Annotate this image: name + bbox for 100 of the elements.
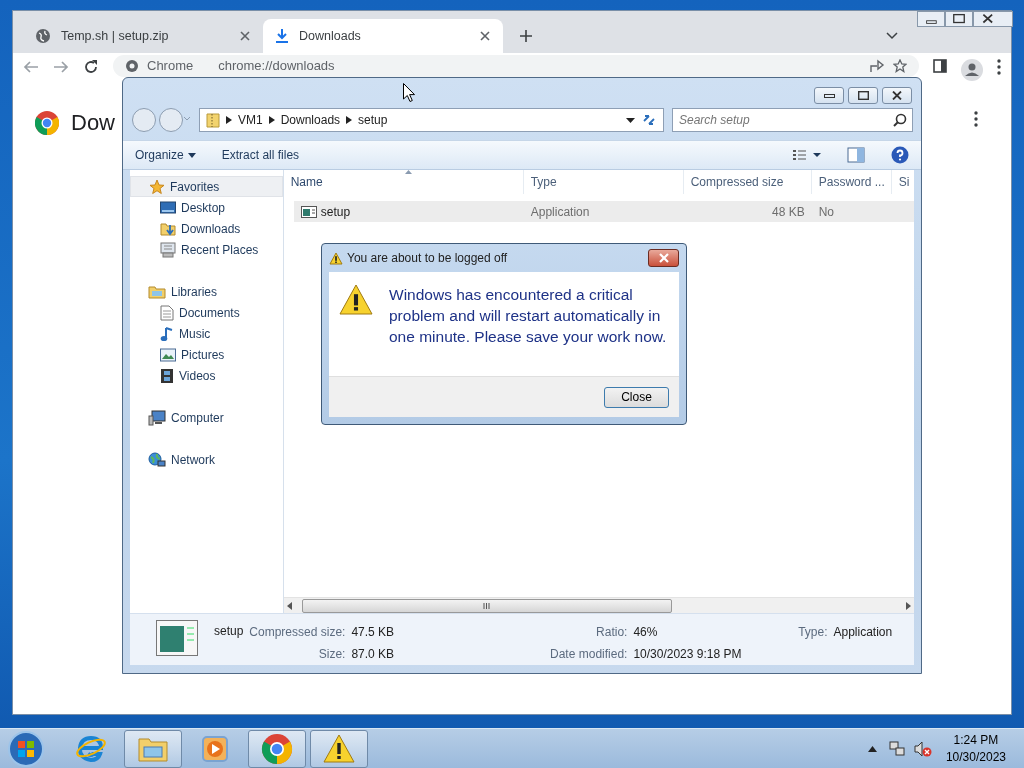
library-icon bbox=[148, 283, 166, 300]
search-field[interactable]: Search setup bbox=[672, 108, 913, 132]
page-heading: Dow bbox=[71, 109, 115, 137]
chevron-icon[interactable] bbox=[226, 116, 232, 124]
close-button[interactable] bbox=[973, 11, 1013, 27]
sidebar-item[interactable]: Computer bbox=[130, 407, 283, 428]
close-button[interactable] bbox=[882, 87, 912, 104]
dropdown-icon[interactable] bbox=[626, 117, 635, 123]
caret-icon bbox=[187, 152, 196, 158]
profile-icon[interactable] bbox=[961, 59, 983, 81]
sidebar-item[interactable]: Favorites bbox=[130, 176, 283, 197]
menu-icon[interactable] bbox=[974, 111, 978, 127]
close-icon[interactable] bbox=[479, 30, 491, 42]
details-label: Ratio: bbox=[595, 624, 628, 641]
sidebar-item[interactable]: Downloads bbox=[130, 218, 283, 239]
application-icon bbox=[156, 620, 198, 656]
zip-folder-icon bbox=[206, 112, 220, 128]
details-label: Compressed size: bbox=[249, 624, 346, 641]
chrome-logo-icon bbox=[35, 110, 59, 135]
minimize-button[interactable] bbox=[917, 11, 945, 27]
sidebar-item[interactable]: Pictures bbox=[130, 344, 283, 365]
chevron-icon[interactable] bbox=[268, 116, 275, 124]
info-icon bbox=[125, 59, 139, 73]
close-button[interactable] bbox=[648, 249, 679, 267]
start-button[interactable] bbox=[6, 728, 46, 768]
sidebar-item[interactable]: Libraries bbox=[130, 281, 283, 302]
refresh-icon[interactable] bbox=[641, 112, 657, 128]
side-panel-icon[interactable] bbox=[933, 59, 947, 73]
browser-tab[interactable]: Downloads bbox=[263, 19, 503, 53]
reload-icon[interactable] bbox=[83, 59, 99, 75]
forward-icon[interactable] bbox=[53, 59, 69, 75]
address-bar[interactable]: VM1 Downloads setup bbox=[199, 108, 664, 132]
column-header[interactable]: Si bbox=[891, 170, 914, 194]
download-icon bbox=[275, 28, 289, 44]
maximize-icon bbox=[857, 91, 869, 100]
show-hidden-icons[interactable] bbox=[867, 745, 877, 752]
tab-list-icon[interactable] bbox=[886, 32, 898, 40]
search-icon[interactable] bbox=[893, 113, 907, 127]
details-value: Application bbox=[833, 624, 893, 641]
maximize-button[interactable] bbox=[848, 87, 878, 104]
breadcrumb-item[interactable]: setup bbox=[358, 111, 388, 129]
warning-icon bbox=[329, 251, 343, 265]
details-label: Type: bbox=[797, 624, 828, 641]
file-type: Application bbox=[529, 203, 591, 221]
column-header[interactable]: Type bbox=[523, 170, 684, 194]
sidebar-item[interactable]: Music bbox=[130, 323, 283, 344]
column-header[interactable]: Compressed size bbox=[683, 170, 812, 194]
details-value: 10/30/2023 9:18 PM bbox=[633, 646, 742, 663]
taskbar-button[interactable] bbox=[248, 729, 306, 768]
star-icon[interactable] bbox=[893, 59, 907, 73]
clock[interactable]: 1:24 PM 10/30/2023 bbox=[945, 731, 1006, 766]
horizontal-scrollbar[interactable] bbox=[283, 597, 914, 613]
star-icon bbox=[149, 178, 165, 195]
file-row[interactable]: setup Application 48 KB No bbox=[293, 201, 914, 222]
file-name: setup bbox=[320, 203, 351, 221]
details-label: Date modified: bbox=[549, 646, 628, 663]
close-icon bbox=[892, 91, 902, 100]
minimize-button[interactable] bbox=[814, 87, 844, 104]
breadcrumb-item[interactable]: VM1 bbox=[238, 111, 263, 129]
grip-icon bbox=[483, 602, 491, 609]
network-icon bbox=[148, 451, 166, 468]
dialog-message: Windows has encountered a critical problem and will restart automatically in one minute. Please save your work now. bbox=[389, 285, 668, 347]
view-icon[interactable] bbox=[793, 149, 821, 161]
network-icon[interactable] bbox=[888, 740, 905, 757]
details-value: 47.5 KB bbox=[351, 624, 396, 641]
sidebar-item[interactable]: Network bbox=[130, 449, 283, 470]
dialog-title: You are about to be logged off bbox=[347, 250, 509, 267]
close-button[interactable]: Close bbox=[604, 386, 669, 408]
share-icon[interactable] bbox=[869, 59, 885, 73]
breadcrumb-item[interactable]: Downloads bbox=[280, 111, 341, 129]
scroll-thumb[interactable] bbox=[301, 598, 672, 613]
document-icon bbox=[160, 304, 174, 321]
sidebar-item[interactable]: Documents bbox=[130, 302, 283, 323]
menu-icon[interactable] bbox=[997, 59, 1001, 75]
sidebar-item[interactable]: Desktop bbox=[130, 197, 283, 218]
recent-places-icon bbox=[160, 241, 176, 258]
sidebar-item[interactable]: Videos bbox=[130, 365, 283, 386]
sort-arrow-icon bbox=[404, 170, 412, 174]
back-icon[interactable] bbox=[23, 59, 39, 75]
maximize-button[interactable] bbox=[945, 11, 973, 27]
column-header[interactable]: Password ... bbox=[811, 170, 892, 194]
new-tab-icon[interactable] bbox=[519, 29, 533, 43]
close-icon[interactable] bbox=[239, 30, 251, 42]
taskbar-button[interactable] bbox=[310, 729, 368, 768]
details-value: 87.0 KB bbox=[351, 646, 396, 663]
globe-icon bbox=[35, 28, 51, 44]
address-label: Chrome bbox=[147, 57, 194, 76]
music-note-icon bbox=[160, 325, 174, 342]
taskbar-button[interactable] bbox=[124, 729, 182, 768]
sidebar-item[interactable]: Recent Places bbox=[130, 239, 283, 260]
chevron-icon[interactable] bbox=[346, 116, 353, 124]
organize-button[interactable]: Organize bbox=[135, 146, 196, 164]
volume-muted-icon[interactable] bbox=[913, 740, 932, 757]
extract-button[interactable]: Extract all files bbox=[221, 146, 300, 164]
address-bar[interactable]: Chrome chrome://downloads bbox=[113, 55, 919, 77]
file-password: No bbox=[817, 203, 836, 221]
browser-tab[interactable]: Temp.sh | setup.zip bbox=[23, 19, 263, 53]
help-icon[interactable] bbox=[891, 146, 909, 164]
downloads-folder-icon bbox=[160, 220, 176, 237]
cursor-icon bbox=[403, 83, 415, 102]
